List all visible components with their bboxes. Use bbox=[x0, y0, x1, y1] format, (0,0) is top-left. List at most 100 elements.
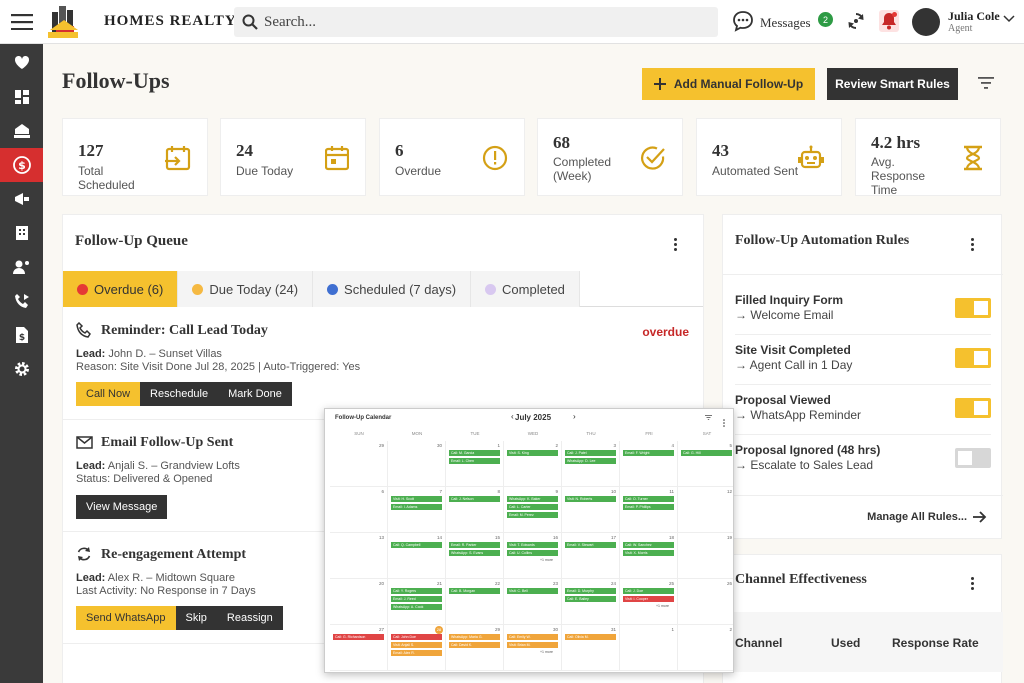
more-options-icon[interactable] bbox=[971, 236, 977, 253]
sidebar-item-calls[interactable] bbox=[0, 284, 43, 318]
calendar-event[interactable]: Call: Y. Rogers bbox=[391, 588, 442, 594]
calendar-day-cell[interactable]: 17 Email: V. Stewart bbox=[562, 533, 620, 579]
calendar-day-cell[interactable]: 19 bbox=[678, 533, 733, 579]
calendar-day-cell[interactable]: 2 Visit: S. King bbox=[504, 441, 562, 487]
call-now-button[interactable]: Call Now bbox=[76, 382, 141, 406]
tab-overdue[interactable]: Overdue (6) bbox=[63, 271, 179, 307]
chevron-right-icon[interactable]: › bbox=[573, 412, 576, 421]
sidebar-item-settings[interactable] bbox=[0, 352, 43, 386]
calendar-day-cell[interactable]: 15 Email: R. Parker WhatsApp: S. Evans bbox=[446, 533, 504, 579]
calendar-event[interactable]: WhatsApp: Maria G. bbox=[449, 634, 500, 640]
calendar-event[interactable]: Visit: H. Scott bbox=[391, 496, 442, 502]
calendar-event[interactable]: Visit: Brian M. bbox=[507, 642, 558, 648]
calendar-day-cell[interactable]: 23 Visit: C. Bell bbox=[504, 579, 562, 625]
rule-toggle[interactable] bbox=[955, 398, 991, 418]
sidebar-item-dashboard[interactable] bbox=[0, 80, 43, 114]
calendar-event[interactable]: Email: V. Stewart bbox=[565, 542, 616, 548]
calendar-event[interactable]: Visit: C. Bell bbox=[507, 588, 558, 594]
calendar-day-cell[interactable]: 18 Call: W. Sanchez Visit: X. Morris bbox=[620, 533, 678, 579]
sidebar-item-agents[interactable] bbox=[0, 250, 43, 284]
calendar-day-cell[interactable]: 30 bbox=[388, 441, 446, 487]
sidebar-item-finance[interactable]: $ bbox=[0, 148, 43, 182]
calendar-event[interactable]: Email: M. Perez bbox=[507, 512, 558, 518]
calendar-event[interactable]: Visit: N. Roberts bbox=[565, 496, 616, 502]
calendar-day-cell[interactable]: 8 Call: J. Nelson bbox=[446, 487, 504, 533]
calendar-event[interactable]: Call: E. Bailey bbox=[565, 596, 616, 602]
calendar-event[interactable]: Call: B. Morgan bbox=[449, 588, 500, 594]
calendar-more-link[interactable]: +1 more bbox=[540, 558, 553, 562]
calendar-event[interactable]: Call: Olivia M. bbox=[565, 634, 616, 640]
calendar-event[interactable]: WhatsApp: K. Baker bbox=[507, 496, 558, 502]
calendar-event[interactable]: Call: G. Hill bbox=[681, 450, 732, 456]
calendar-more-link[interactable]: +1 more bbox=[656, 604, 669, 608]
filter-icon[interactable] bbox=[705, 415, 712, 420]
sidebar-item-properties[interactable] bbox=[0, 216, 43, 250]
user-name[interactable]: Julia Cole bbox=[948, 9, 1000, 24]
calendar-event[interactable]: Call: L. Carter bbox=[507, 504, 558, 510]
calendar-event[interactable]: Email: I. Adams bbox=[391, 504, 442, 510]
calendar-more-link[interactable]: +1 more bbox=[540, 650, 553, 654]
calendar-day-cell[interactable]: 14 Call: Q. Campbell bbox=[388, 533, 446, 579]
calendar-day-cell[interactable]: 12 bbox=[678, 487, 733, 533]
calendar-day-cell[interactable]: 13 bbox=[330, 533, 388, 579]
send-whatsapp-button[interactable]: Send WhatsApp bbox=[76, 606, 176, 630]
calendar-event[interactable]: WhatsApp: S. Evans bbox=[449, 550, 500, 556]
more-options-icon[interactable] bbox=[674, 236, 680, 253]
avatar[interactable] bbox=[912, 8, 940, 36]
calendar-day-cell[interactable]: 11 Call: O. Turner Email: P. Phillips bbox=[620, 487, 678, 533]
calendar-event[interactable]: Call: O. Turner bbox=[623, 496, 674, 502]
calendar-day-cell[interactable]: 7 Visit: H. Scott Email: I. Adams bbox=[388, 487, 446, 533]
calendar-day-cell[interactable]: 22 Call: B. Morgan bbox=[446, 579, 504, 625]
calendar-day-cell[interactable]: 28 Call: John Doe Visit: Anjali S. Email: A… bbox=[388, 625, 446, 671]
rule-toggle[interactable] bbox=[955, 298, 991, 318]
sidebar-item-campaigns[interactable] bbox=[0, 182, 43, 216]
review-smart-rules-button[interactable]: Review Smart Rules bbox=[827, 68, 958, 100]
calendar-day-cell[interactable]: 2 bbox=[678, 625, 733, 671]
calendar-day-cell[interactable]: 30 Call: Emily W. Visit: Brian M. +1 more bbox=[504, 625, 562, 671]
calendar-event[interactable]: Call: W. Sanchez bbox=[623, 542, 674, 548]
calendar-event[interactable]: Call: Emily W. bbox=[507, 634, 558, 640]
calendar-event[interactable]: Call: Q. Campbell bbox=[391, 542, 442, 548]
tab-completed[interactable]: Completed bbox=[471, 271, 580, 307]
calendar-day-cell[interactable]: 21 Call: Y. Rogers Email: J. Reed WhatsApp:… bbox=[388, 579, 446, 625]
calendar-day-cell[interactable]: 9 WhatsApp: K. Baker Call: L. Carter Email:… bbox=[504, 487, 562, 533]
brand-logo-icon[interactable] bbox=[44, 2, 84, 42]
calendar-day-cell[interactable]: 27 Call: G. Richardson bbox=[330, 625, 388, 671]
sidebar-item-invoices[interactable]: $ bbox=[0, 318, 43, 352]
more-options-icon[interactable] bbox=[723, 414, 725, 432]
calendar-event[interactable]: Email: F. Wright bbox=[623, 450, 674, 456]
calendar-day-cell[interactable]: 1 Call: M. Garcia Email: L. Chen bbox=[446, 441, 504, 487]
reassign-button[interactable]: Reassign bbox=[216, 606, 283, 630]
calendar-event[interactable]: Email: R. Parker bbox=[449, 542, 500, 548]
calendar-day-cell[interactable]: 31 Call: Olivia M. bbox=[562, 625, 620, 671]
hamburger-menu-icon[interactable] bbox=[0, 0, 44, 44]
calendar-event[interactable]: Call: David K. bbox=[449, 642, 500, 648]
calendar-day-cell[interactable]: 26 bbox=[678, 579, 733, 625]
calendar-event[interactable]: WhatsApp: D. Lee bbox=[565, 458, 616, 464]
calendar-event[interactable]: Call: John Doe bbox=[391, 634, 442, 640]
calendar-event[interactable]: Visit: I. Cooper bbox=[623, 596, 674, 602]
calendar-day-cell[interactable]: 1 bbox=[620, 625, 678, 671]
calendar-event[interactable]: Email: D. Murphy bbox=[565, 588, 616, 594]
messages-button[interactable]: Messages bbox=[732, 10, 811, 32]
calendar-day-cell[interactable]: 29 WhatsApp: Maria G. Call: David K. bbox=[446, 625, 504, 671]
calendar-day-cell[interactable]: 3 Call: J. Patel WhatsApp: D. Lee bbox=[562, 441, 620, 487]
calendar-event[interactable]: Visit: Anjali S. bbox=[391, 642, 442, 648]
chevron-down-icon[interactable] bbox=[1003, 14, 1015, 24]
calendar-event[interactable]: Call: U. Collins bbox=[507, 550, 558, 556]
add-manual-follow-up-button[interactable]: Add Manual Follow-Up bbox=[642, 68, 815, 100]
calendar-day-cell[interactable]: 29 bbox=[330, 441, 388, 487]
mark-done-button[interactable]: Mark Done bbox=[218, 382, 292, 406]
calendar-day-cell[interactable]: 10 Visit: N. Roberts bbox=[562, 487, 620, 533]
calendar-event[interactable]: Call: M. Garcia bbox=[449, 450, 500, 456]
search-input[interactable] bbox=[264, 13, 684, 31]
view-message-button[interactable]: View Message bbox=[76, 495, 168, 519]
calendar-day-cell[interactable]: 20 bbox=[330, 579, 388, 625]
reschedule-button[interactable]: Reschedule bbox=[140, 382, 219, 406]
calendar-event[interactable]: Email: Alex R. bbox=[391, 650, 442, 656]
calendar-event[interactable]: Visit: X. Morris bbox=[623, 550, 674, 556]
calendar-event[interactable]: Visit: T. Edwards bbox=[507, 542, 558, 548]
sidebar-item-favorites[interactable] bbox=[0, 46, 43, 80]
calendar-event[interactable]: WhatsApp: A. Cook bbox=[391, 604, 442, 610]
calendar-event[interactable]: Email: J. Reed bbox=[391, 596, 442, 602]
